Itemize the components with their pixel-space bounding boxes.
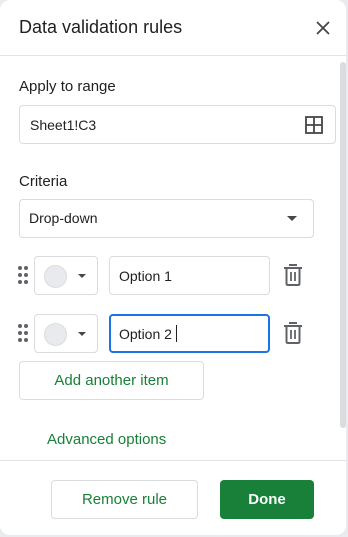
remove-rule-button[interactable]: Remove rule (51, 480, 198, 519)
chevron-down-icon (78, 274, 86, 278)
criteria-dropdown[interactable]: Drop-down (19, 199, 314, 238)
color-swatch (44, 323, 67, 346)
scrollbar[interactable] (340, 62, 346, 428)
dropdown-arrow-icon (287, 216, 297, 221)
text-caret (176, 325, 177, 342)
drag-handle-icon[interactable] (18, 266, 28, 284)
range-value: Sheet1!C3 (30, 117, 97, 133)
item-color-picker[interactable] (34, 314, 98, 353)
data-validation-panel: Data validation rules Apply to range She… (0, 0, 346, 535)
panel-header: Data validation rules (0, 0, 346, 56)
item-value-input[interactable] (109, 314, 270, 353)
item-value-input[interactable] (109, 256, 270, 295)
panel-title: Data validation rules (19, 17, 183, 37)
done-button[interactable]: Done (220, 480, 314, 519)
item-color-picker[interactable] (34, 256, 98, 295)
criteria-label: Criteria (19, 173, 68, 190)
apply-to-range-label: Apply to range (19, 78, 116, 95)
grid-select-icon[interactable] (304, 115, 324, 135)
close-icon (316, 21, 330, 35)
delete-item-icon[interactable] (282, 263, 304, 287)
delete-item-icon[interactable] (282, 321, 304, 345)
panel-footer: Remove rule Done (0, 460, 346, 535)
chevron-down-icon (78, 332, 86, 336)
color-swatch (44, 265, 67, 288)
advanced-options-link[interactable]: Advanced options (47, 431, 166, 448)
add-another-item-button[interactable]: Add another item (19, 361, 204, 400)
range-field[interactable]: Sheet1!C3 (19, 105, 336, 144)
criteria-selected-value: Drop-down (29, 210, 98, 226)
close-button[interactable] (310, 15, 336, 41)
drag-handle-icon[interactable] (18, 324, 28, 342)
